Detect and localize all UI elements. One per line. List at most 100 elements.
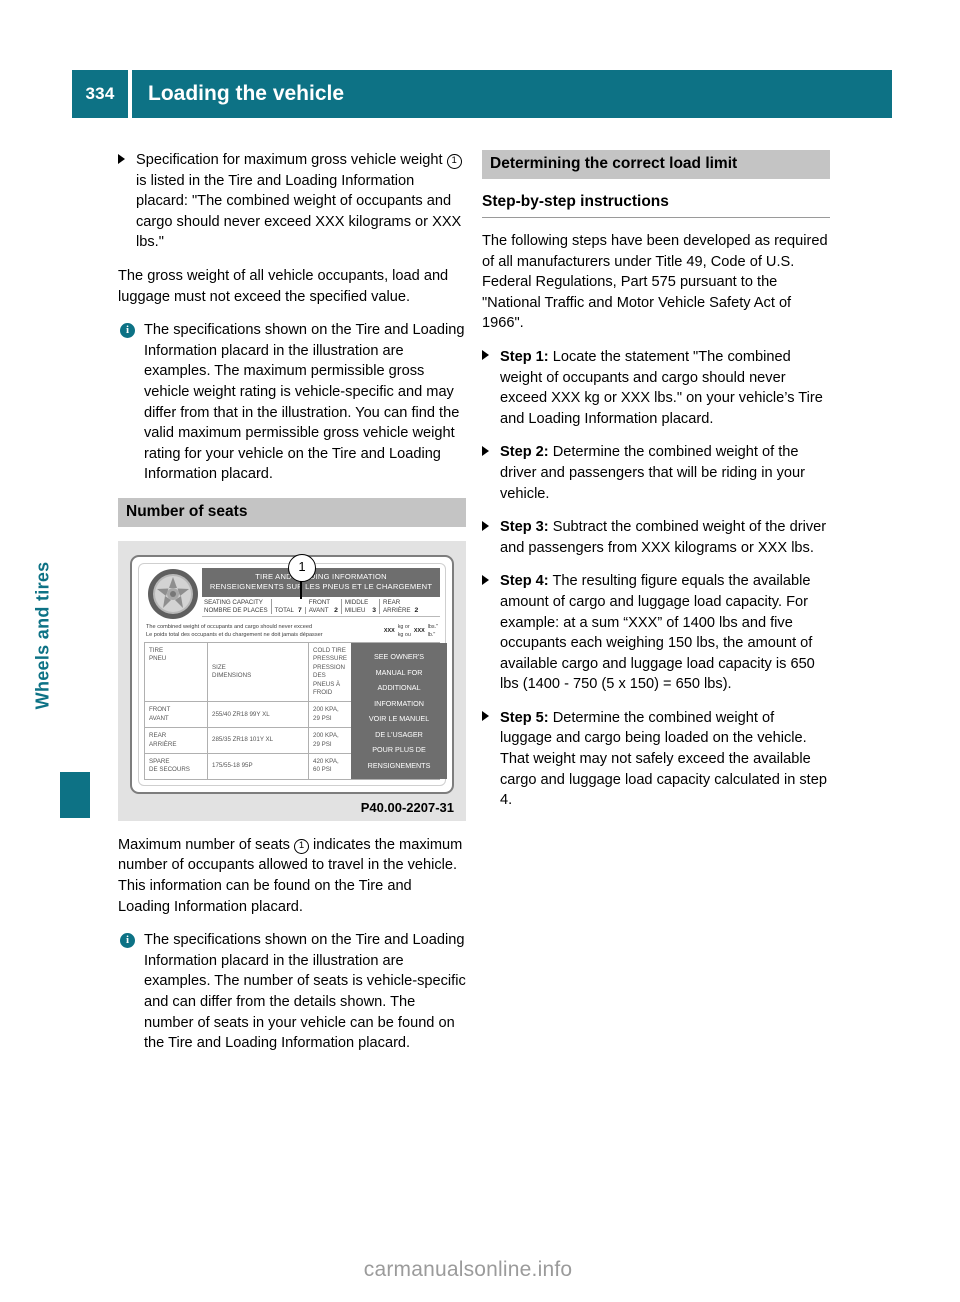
table-row: SPARE DE SECOURS 175/55-18 95P 420 KPA, … [145, 753, 351, 779]
step-text: Subtract the combined weight of the driv… [500, 519, 827, 556]
section-heading-number-of-seats: Number of seats [118, 497, 466, 527]
bullet-arrow-icon [482, 520, 489, 531]
header-size-fr: DIMENSIONS [212, 672, 252, 680]
seating-middle-value: 3 [372, 606, 377, 614]
combined-kg-value: XXX [383, 627, 395, 634]
header-cell-tire: TIRE PNEU [145, 642, 208, 702]
table-row-header: TIRE PNEU SIZE DIMENSIONS COLD TIRE PRES… [145, 642, 352, 703]
page-title: Loading the vehicle [132, 70, 892, 118]
chapter-label: Wheels and tires [32, 561, 53, 710]
step-item-2: Step 2: Determine the combined weight of… [482, 442, 830, 504]
sub-heading-step-by-step: Step-by-step instructions [482, 193, 830, 218]
step-label: Step 5: [500, 709, 549, 726]
header-cell-size: SIZE DIMENSIONS [208, 642, 309, 702]
seating-capacity-caption: SEATING CAPACITY NOMBRE DE PLACES [202, 598, 272, 615]
side-panel-fr-1: VOIR LE MANUEL [368, 714, 430, 724]
bullet-text-b: is listed in the Tire and Loading Inform… [136, 172, 462, 251]
info-icon: i [120, 933, 135, 949]
row-rear-size: 285/35 ZR18 101Y XL [208, 728, 309, 753]
combined-line-en: The combined weight of occupants and car… [146, 623, 313, 630]
side-panel-fr-2: DE L'USAGER [375, 729, 423, 739]
side-panel-en-2: MANUAL FOR [375, 667, 423, 677]
seating-front-label-en: FRONT [308, 598, 331, 606]
row-front-label: FRONT AVANT [145, 702, 208, 728]
seating-field-rear: REAR ARRIÈRE 2 [380, 599, 421, 614]
chapter-marker [60, 772, 90, 818]
row-rear-fr: ARRIÈRE [149, 740, 177, 748]
note-text: The specifications shown on the Tire and… [144, 932, 466, 1052]
bullet-text-a: Specification for maximum gross vehicle … [136, 152, 447, 168]
info-icon: i [120, 323, 135, 339]
combined-weight-text: The combined weight of occupants and car… [146, 623, 381, 639]
header-tire-fr: PNEU [149, 655, 167, 663]
bullet-arrow-icon [482, 711, 489, 722]
figure-tire-loading-placard: 1 TIRE AND LOADING INFORMATION RENSEIGNE… [118, 540, 466, 821]
header-tire-en: TIRE [149, 646, 164, 654]
note-tire-placard-specs: i The specifications shown on the Tire an… [118, 320, 466, 485]
combined-kg-unit-fr: kg ou [397, 631, 411, 638]
step-item-5: Step 5: Determine the combined weight of… [482, 708, 830, 811]
step-item-1: Step 1: Locate the statement "The combin… [482, 347, 830, 429]
seating-rear-label-en: REAR [383, 598, 401, 606]
chapter-side-tab: Wheels and tires [0, 560, 90, 860]
side-panel-fr-4: RENSIGNEMENTS [367, 760, 431, 770]
seating-middle-label-fr: MILIEU [344, 606, 366, 614]
page-header: 334 Loading the vehicle [72, 70, 892, 118]
placard-table-main: TIRE PNEU SIZE DIMENSIONS COLD TIRE PRES… [145, 642, 352, 779]
banner-line-fr: RENSEIGNEMENTS SUR LES PNEUS ET LE CHARG… [209, 582, 433, 592]
row-spare-label: SPARE DE SECOURS [145, 753, 208, 779]
step-text: Locate the statement "The combined weigh… [500, 348, 823, 427]
combined-lb-value: XXX [413, 627, 425, 634]
header-size-en: SIZE [212, 663, 226, 671]
reference-number-icon: 1 [446, 154, 462, 169]
row-rear-label: REAR ARRIÈRE [145, 728, 208, 753]
row-front-size: 255/40 ZR18 99Y XL [208, 702, 309, 728]
step-label: Step 3: [500, 519, 549, 536]
header-size-wrap: SIZE DIMENSIONS [212, 664, 251, 681]
callout-number-1: 1 [288, 553, 316, 582]
paragraph-intro: The following steps have been developed … [482, 233, 828, 332]
combined-kg-unit-en: kg or [397, 623, 410, 630]
seating-total-label: TOTAL [274, 606, 294, 614]
step-label: Step 4: [500, 573, 549, 590]
step-text: The resulting figure equals the availabl… [500, 573, 815, 693]
seating-caption-fr: NOMBRE DE PLACES [204, 606, 268, 614]
combined-lb-units: lbs." lb." [428, 623, 438, 639]
header-pressure-l1: COLD TIRE PRESSURE [313, 646, 348, 663]
row-front-pressure: 200 KPA, 29 PSI [313, 706, 339, 722]
side-panel-en-3: ADDITIONAL [377, 683, 421, 693]
seating-middle-label-en: MIDDLE [344, 598, 369, 606]
step-text: Determine the combined weight of luggage… [500, 709, 827, 809]
bullet-arrow-icon [482, 350, 489, 361]
bullet-max-gross-weight: Specification for maximum gross vehicle … [118, 150, 466, 253]
row-rear-pressure: 200 KPA, 29 PSI [313, 732, 339, 748]
seating-front-value: 2 [334, 606, 338, 614]
table-row: FRONT AVANT 255/40 ZR18 99Y XL 200 KPA, … [145, 702, 352, 729]
paragraph-text-a: Maximum number of seats [118, 836, 294, 853]
placard-banner: TIRE AND LOADING INFORMATION RENSEIGNEME… [202, 567, 440, 597]
right-column: Determining the correct load limit Step-… [482, 150, 830, 824]
side-panel-en-4: INFORMATION [374, 698, 424, 708]
header-pressure-l2: PRESSION DES [313, 663, 345, 680]
row-spare-en: SPARE [149, 757, 170, 765]
row-front-fr: AVANT [149, 714, 169, 722]
seating-front-label-fr: AVANT [308, 606, 329, 614]
combined-lb-unit-fr: lb." [427, 631, 436, 638]
seating-rear-labels: REAR ARRIÈRE [383, 599, 411, 614]
page-number: 334 [72, 70, 128, 118]
seating-rear-label-fr: ARRIÈRE [383, 606, 411, 614]
placard-tire-table: TIRE PNEU SIZE DIMENSIONS COLD TIRE PRES… [144, 641, 448, 780]
placard-inner: TIRE AND LOADING INFORMATION RENSEIGNEME… [138, 562, 448, 786]
side-panel-en-1: SEE OWNER'S [373, 652, 425, 662]
step-item-4: Step 4: The resulting figure equals the … [482, 571, 830, 695]
note-number-of-seats: i The specifications shown on the Tire an… [118, 930, 466, 1054]
combined-kg-units: kg or kg ou [398, 623, 411, 639]
seating-middle-labels: MIDDLE MILIEU [345, 599, 368, 614]
wheel-cell [144, 568, 202, 620]
reference-number-icon: 1 [294, 838, 309, 854]
row-front-en: FRONT [149, 706, 171, 714]
combined-weight-units: XXX kg or kg ou XXX lbs." lb." [381, 623, 438, 639]
step-label: Step 2: [500, 444, 549, 461]
placard: TIRE AND LOADING INFORMATION RENSEIGNEME… [130, 554, 454, 794]
table-row: REAR ARRIÈRE 285/35 ZR18 101Y XL 200 KPA… [145, 728, 352, 754]
